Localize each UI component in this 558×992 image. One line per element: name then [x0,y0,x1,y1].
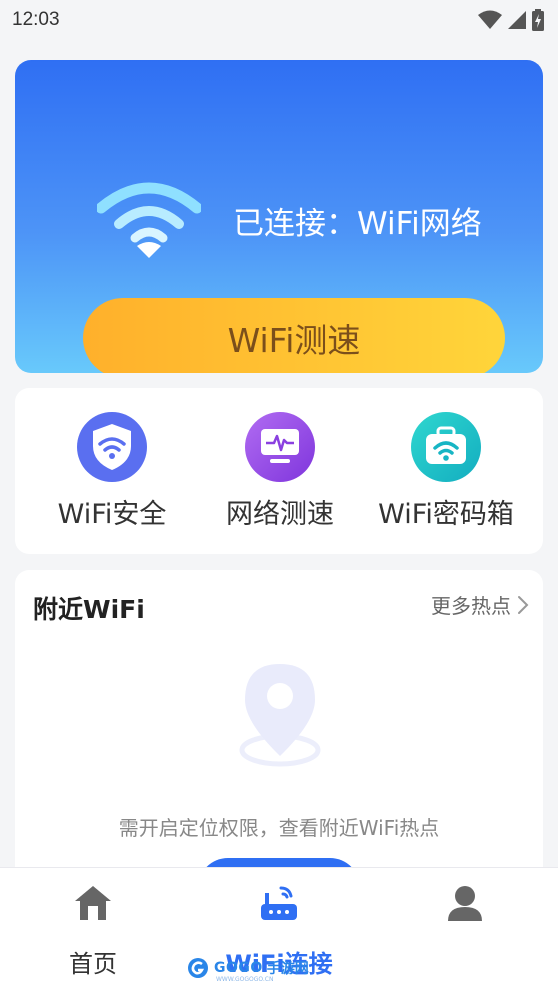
briefcase-wifi-icon [411,412,481,482]
watermark-suffix: 手游网 [266,961,309,977]
shield-wifi-icon [77,412,147,482]
connection-status: 已连接：WiFi网络 [233,206,482,242]
nav-home[interactable]: 首页 [0,884,186,979]
more-hotspots-link[interactable]: 更多热点 [431,590,529,619]
home-icon [75,886,111,920]
tool-label: 网络测速 [226,499,334,530]
user-icon [448,886,482,921]
watermark-url: WWW.GOGOGO.CN [216,976,274,983]
status-icons [478,9,544,31]
status-time: 12:03 [12,9,60,30]
location-pin-icon [239,664,321,767]
cell-signal-icon [508,11,526,29]
tool-label: WiFi安全 [57,499,167,530]
more-hotspots-label: 更多热点 [431,594,511,618]
nearby-wifi-card: 附近WiFi 更多热点 需开启定位权限，查看附近WiFi热点 [15,570,543,900]
chevron-right-icon [518,595,529,614]
router-icon [261,886,297,920]
tool-wifi-password-box[interactable]: WiFi密码箱 [361,412,531,531]
battery-charging-icon [532,9,544,31]
wifi-icon [97,182,201,258]
tools-card: WiFi安全 网络测速 WiFi密码箱 [15,388,543,554]
nav-label: 首页 [69,950,117,978]
wifi-signal-icon [478,10,502,29]
wifi-speed-test-button[interactable]: WiFi测速 [83,298,505,373]
status-bar: 12:03 [0,0,558,40]
connection-card: 已连接：WiFi网络 WiFi测速 [15,60,543,373]
nav-profile[interactable] [372,884,558,944]
tool-network-speed[interactable]: 网络测速 [195,412,365,531]
gogo-logo-icon [188,958,208,978]
monitor-pulse-icon [245,412,315,482]
watermark-brand: GOGO [214,960,263,976]
tool-wifi-security[interactable]: WiFi安全 [27,412,197,531]
location-permission-hint: 需开启定位权限，查看附近WiFi热点 [118,816,440,840]
nearby-wifi-title: 附近WiFi [33,595,145,624]
watermark: GOGO 手游网 WWW.GOGOGO.CN [186,956,309,983]
tool-label: WiFi密码箱 [378,499,514,530]
